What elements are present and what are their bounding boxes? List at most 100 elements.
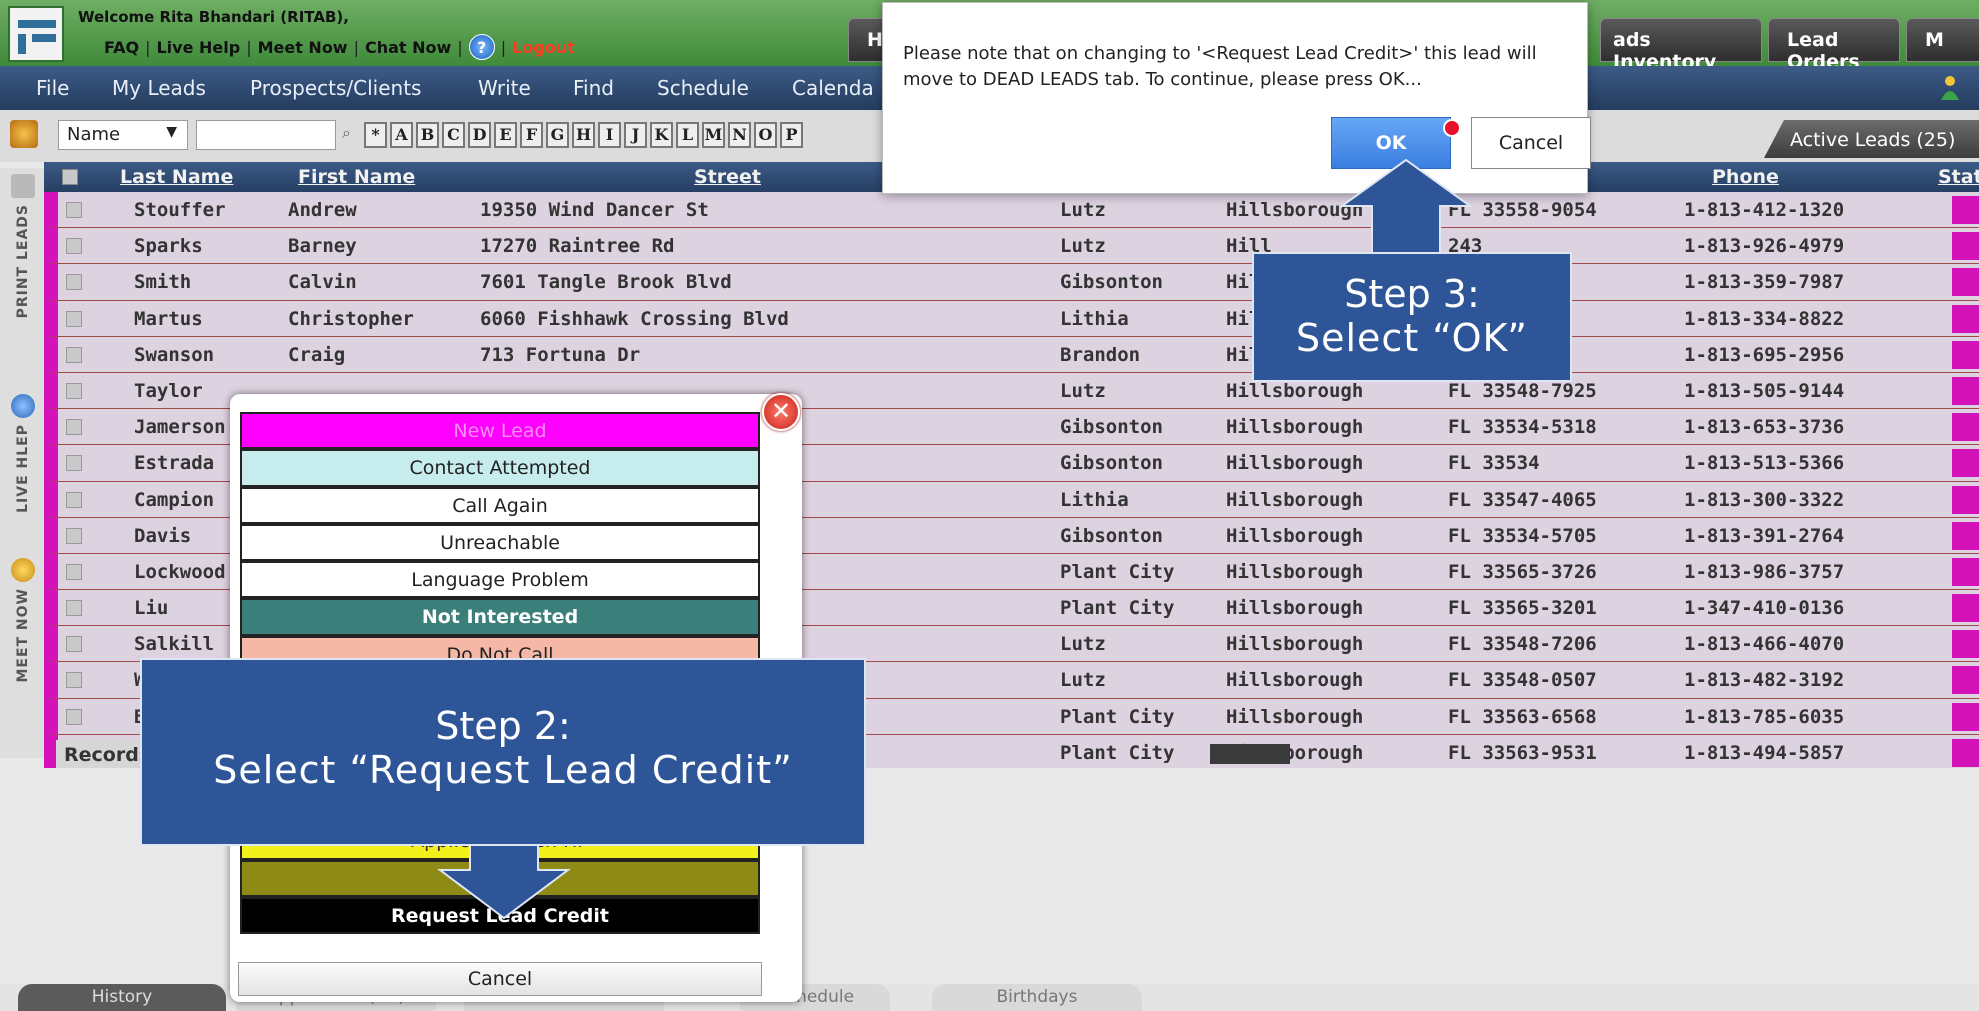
alpha-filter-button[interactable]: H <box>572 122 595 148</box>
menu-my-leads[interactable]: My Leads <box>112 76 206 100</box>
column-header-first-name[interactable]: First Name <box>298 166 415 188</box>
status-badge[interactable] <box>1952 702 1979 731</box>
side-tab-print-leads[interactable]: PRINT LEADS <box>8 174 38 318</box>
row-checkbox[interactable] <box>66 563 82 580</box>
row-checkbox[interactable] <box>66 310 82 327</box>
row-checkbox[interactable] <box>66 202 82 218</box>
alpha-filter-button[interactable]: K <box>650 122 673 148</box>
logout-link[interactable]: Logout <box>512 38 575 57</box>
alpha-filter-button[interactable]: I <box>598 122 621 148</box>
row-checkbox[interactable] <box>66 708 82 725</box>
alpha-filter-button[interactable]: E <box>494 122 517 148</box>
column-header-street[interactable]: Street <box>694 166 761 188</box>
user-status-icon[interactable] <box>1938 74 1962 102</box>
tab-birthdays[interactable]: Birthdays <box>932 984 1142 1011</box>
chat-now-link[interactable]: Chat Now <box>365 38 451 57</box>
status-badge[interactable] <box>1952 449 1979 478</box>
cell-phone: 1-813-391-2764 <box>1684 524 1845 547</box>
menu-calendar[interactable]: Calenda <box>792 76 874 100</box>
close-icon[interactable]: ✕ <box>762 393 800 431</box>
status-badge[interactable] <box>1952 594 1979 623</box>
table-row[interactable]: Sparks Barney 17270 Raintree Rd Lutz Hill 243… <box>44 228 1979 265</box>
help-icon[interactable]: ? <box>468 34 495 60</box>
alpha-filter-button[interactable]: C <box>442 122 465 148</box>
status-badge[interactable] <box>1952 268 1979 297</box>
status-badge[interactable] <box>1952 196 1979 224</box>
address-book-icon[interactable] <box>10 120 38 148</box>
table-row[interactable]: SwansonCraig713 Fortuna DrBrandonHill905… <box>44 336 1979 373</box>
side-tab-live-help[interactable]: LIVE HLEP <box>8 394 38 513</box>
tab-active-leads[interactable]: Active Leads (25) <box>1764 120 1979 158</box>
row-checkbox[interactable] <box>66 636 82 653</box>
row-checkbox[interactable] <box>66 491 82 508</box>
row-checkbox[interactable] <box>66 672 82 689</box>
row-checkbox[interactable] <box>66 419 82 436</box>
status-option[interactable]: Request Lead Credit <box>240 896 760 935</box>
tab-leads-inventory[interactable]: ads Inventory <box>1600 18 1762 73</box>
confirm-cancel-button[interactable]: Cancel <box>1471 117 1591 169</box>
table-row[interactable]: Smith Calvin 7601 Tangle Brook Blvd Gibsont… <box>44 264 1979 301</box>
status-option[interactable]: Call Again <box>240 486 760 524</box>
status-badge[interactable] <box>1952 376 1979 405</box>
status-badge[interactable] <box>1952 485 1979 514</box>
alpha-filter-button[interactable]: O <box>754 122 777 148</box>
row-checkbox[interactable] <box>66 600 82 617</box>
row-checkbox[interactable] <box>66 238 82 255</box>
tab-lead-orders[interactable]: Lead Orders <box>1768 18 1900 73</box>
status-badge[interactable] <box>1952 630 1979 659</box>
status-badge[interactable] <box>1952 557 1979 586</box>
menu-prospects-clients[interactable]: Prospects/Clients <box>250 76 421 100</box>
column-header-last-name[interactable]: Last Name <box>120 166 233 188</box>
tab-my[interactable]: M <box>1906 18 1979 62</box>
alpha-filter-button[interactable]: G <box>546 122 569 148</box>
status-badge[interactable] <box>1952 232 1979 261</box>
status-cancel-button[interactable]: Cancel <box>238 962 762 996</box>
live-help-link[interactable]: Live Help <box>156 38 240 57</box>
faq-link[interactable]: FAQ <box>104 38 139 57</box>
menu-schedule[interactable]: Schedule <box>657 76 749 100</box>
row-checkbox[interactable] <box>66 455 82 472</box>
status-option[interactable]: Du te <box>240 859 760 897</box>
meet-now-link[interactable]: Meet Now <box>258 38 348 57</box>
alpha-filter-button[interactable]: M <box>702 122 725 148</box>
search-input[interactable] <box>196 120 336 150</box>
table-row[interactable]: Martus Christopher 6060 Fishhawk Crossing … <box>44 300 1979 337</box>
horizontal-scrollbar[interactable] <box>1210 744 1290 764</box>
ok-button[interactable]: OK <box>1331 117 1451 169</box>
menu-write[interactable]: Write <box>478 76 531 100</box>
select-all-checkbox[interactable] <box>62 169 78 185</box>
alpha-filter-button[interactable]: A <box>390 122 413 148</box>
status-option[interactable]: Contact Attempted <box>240 449 760 487</box>
row-checkbox[interactable] <box>66 346 82 363</box>
column-header-phone[interactable]: Phone <box>1712 166 1779 188</box>
status-option[interactable]: Language Problem <box>240 561 760 599</box>
row-checkbox[interactable] <box>66 274 82 291</box>
row-checkbox[interactable] <box>66 382 82 399</box>
status-badge[interactable] <box>1952 304 1979 333</box>
search-icon[interactable]: ⌕ <box>342 123 360 145</box>
alpha-filter-button[interactable]: L <box>676 122 699 148</box>
row-checkbox[interactable] <box>66 527 82 544</box>
status-option[interactable]: New Lead <box>240 412 760 450</box>
alpha-filter-button[interactable]: N <box>728 122 751 148</box>
table-row[interactable]: Stouffer Andrew 19350 Wind Dancer St Lutz Hi… <box>44 192 1979 229</box>
alpha-filter-button[interactable]: F <box>520 122 543 148</box>
column-header-status[interactable]: Stat <box>1938 166 1979 188</box>
alpha-filter-button[interactable]: D <box>468 122 491 148</box>
alpha-filter-button[interactable]: J <box>624 122 647 148</box>
status-option[interactable]: Unreachable <box>240 523 760 562</box>
menu-file[interactable]: File <box>36 76 69 100</box>
status-badge[interactable] <box>1952 666 1979 695</box>
alpha-filter-button[interactable]: B <box>416 122 439 148</box>
status-option[interactable]: Not Interested <box>240 598 760 636</box>
status-badge[interactable] <box>1952 521 1979 550</box>
tab-history[interactable]: History <box>18 984 226 1011</box>
search-field-select[interactable]: Name ▼ <box>58 120 188 150</box>
status-badge[interactable] <box>1952 738 1979 767</box>
alpha-filter-button[interactable]: * <box>364 122 387 148</box>
side-tab-meet-now[interactable]: MEET NOW <box>8 558 38 683</box>
alpha-filter-button[interactable]: P <box>780 122 803 148</box>
status-badge[interactable] <box>1952 340 1979 369</box>
status-badge[interactable] <box>1952 413 1979 442</box>
menu-find[interactable]: Find <box>573 76 614 100</box>
